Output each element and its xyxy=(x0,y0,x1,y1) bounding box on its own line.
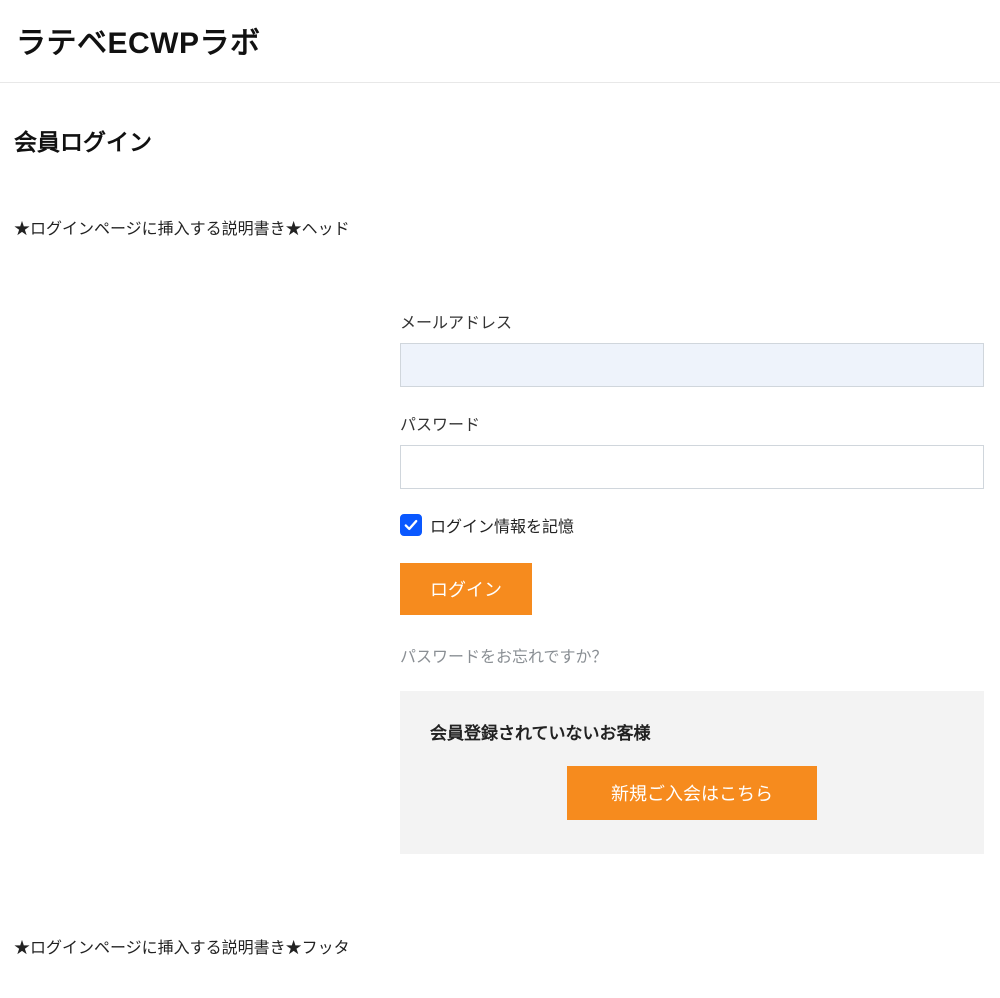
login-head-description: ★ログインページに挿入する説明書き★ヘッド xyxy=(14,215,986,239)
email-label: メールアドレス xyxy=(400,309,984,333)
login-foot-description: ★ログインページに挿入する説明書き★フッタ xyxy=(14,934,986,958)
remember-label: ログイン情報を記憶 xyxy=(430,513,574,537)
password-field-group: パスワード xyxy=(400,411,984,489)
email-input[interactable] xyxy=(400,343,984,387)
check-icon xyxy=(404,518,418,532)
login-form: メールアドレス パスワード ログイン情報を記憶 ログイン パスワードをお忘れです… xyxy=(400,309,984,854)
site-title: ラテベECWPラボ xyxy=(16,18,984,62)
register-button[interactable]: 新規ご入会はこちら xyxy=(567,766,817,820)
forgot-password-link[interactable]: パスワードをお忘れですか？ xyxy=(400,643,608,667)
email-field-group: メールアドレス xyxy=(400,309,984,387)
register-box: 会員登録されていないお客様 新規ご入会はこちら xyxy=(400,691,984,854)
login-area: メールアドレス パスワード ログイン情報を記憶 ログイン パスワードをお忘れです… xyxy=(14,309,986,854)
register-button-wrap: 新規ご入会はこちら xyxy=(430,766,954,820)
register-title: 会員登録されていないお客様 xyxy=(430,719,954,744)
page-body: 会員ログイン ★ログインページに挿入する説明書き★ヘッド メールアドレス パスワ… xyxy=(0,83,1000,998)
site-header: ラテベECWPラボ xyxy=(0,0,1000,83)
page-title: 会員ログイン xyxy=(14,123,986,157)
login-button-row: ログイン xyxy=(400,563,984,615)
password-input[interactable] xyxy=(400,445,984,489)
login-button[interactable]: ログイン xyxy=(400,563,532,615)
login-spacer xyxy=(14,309,400,854)
remember-row: ログイン情報を記憶 xyxy=(400,513,984,537)
password-label: パスワード xyxy=(400,411,984,435)
remember-checkbox[interactable] xyxy=(400,514,422,536)
